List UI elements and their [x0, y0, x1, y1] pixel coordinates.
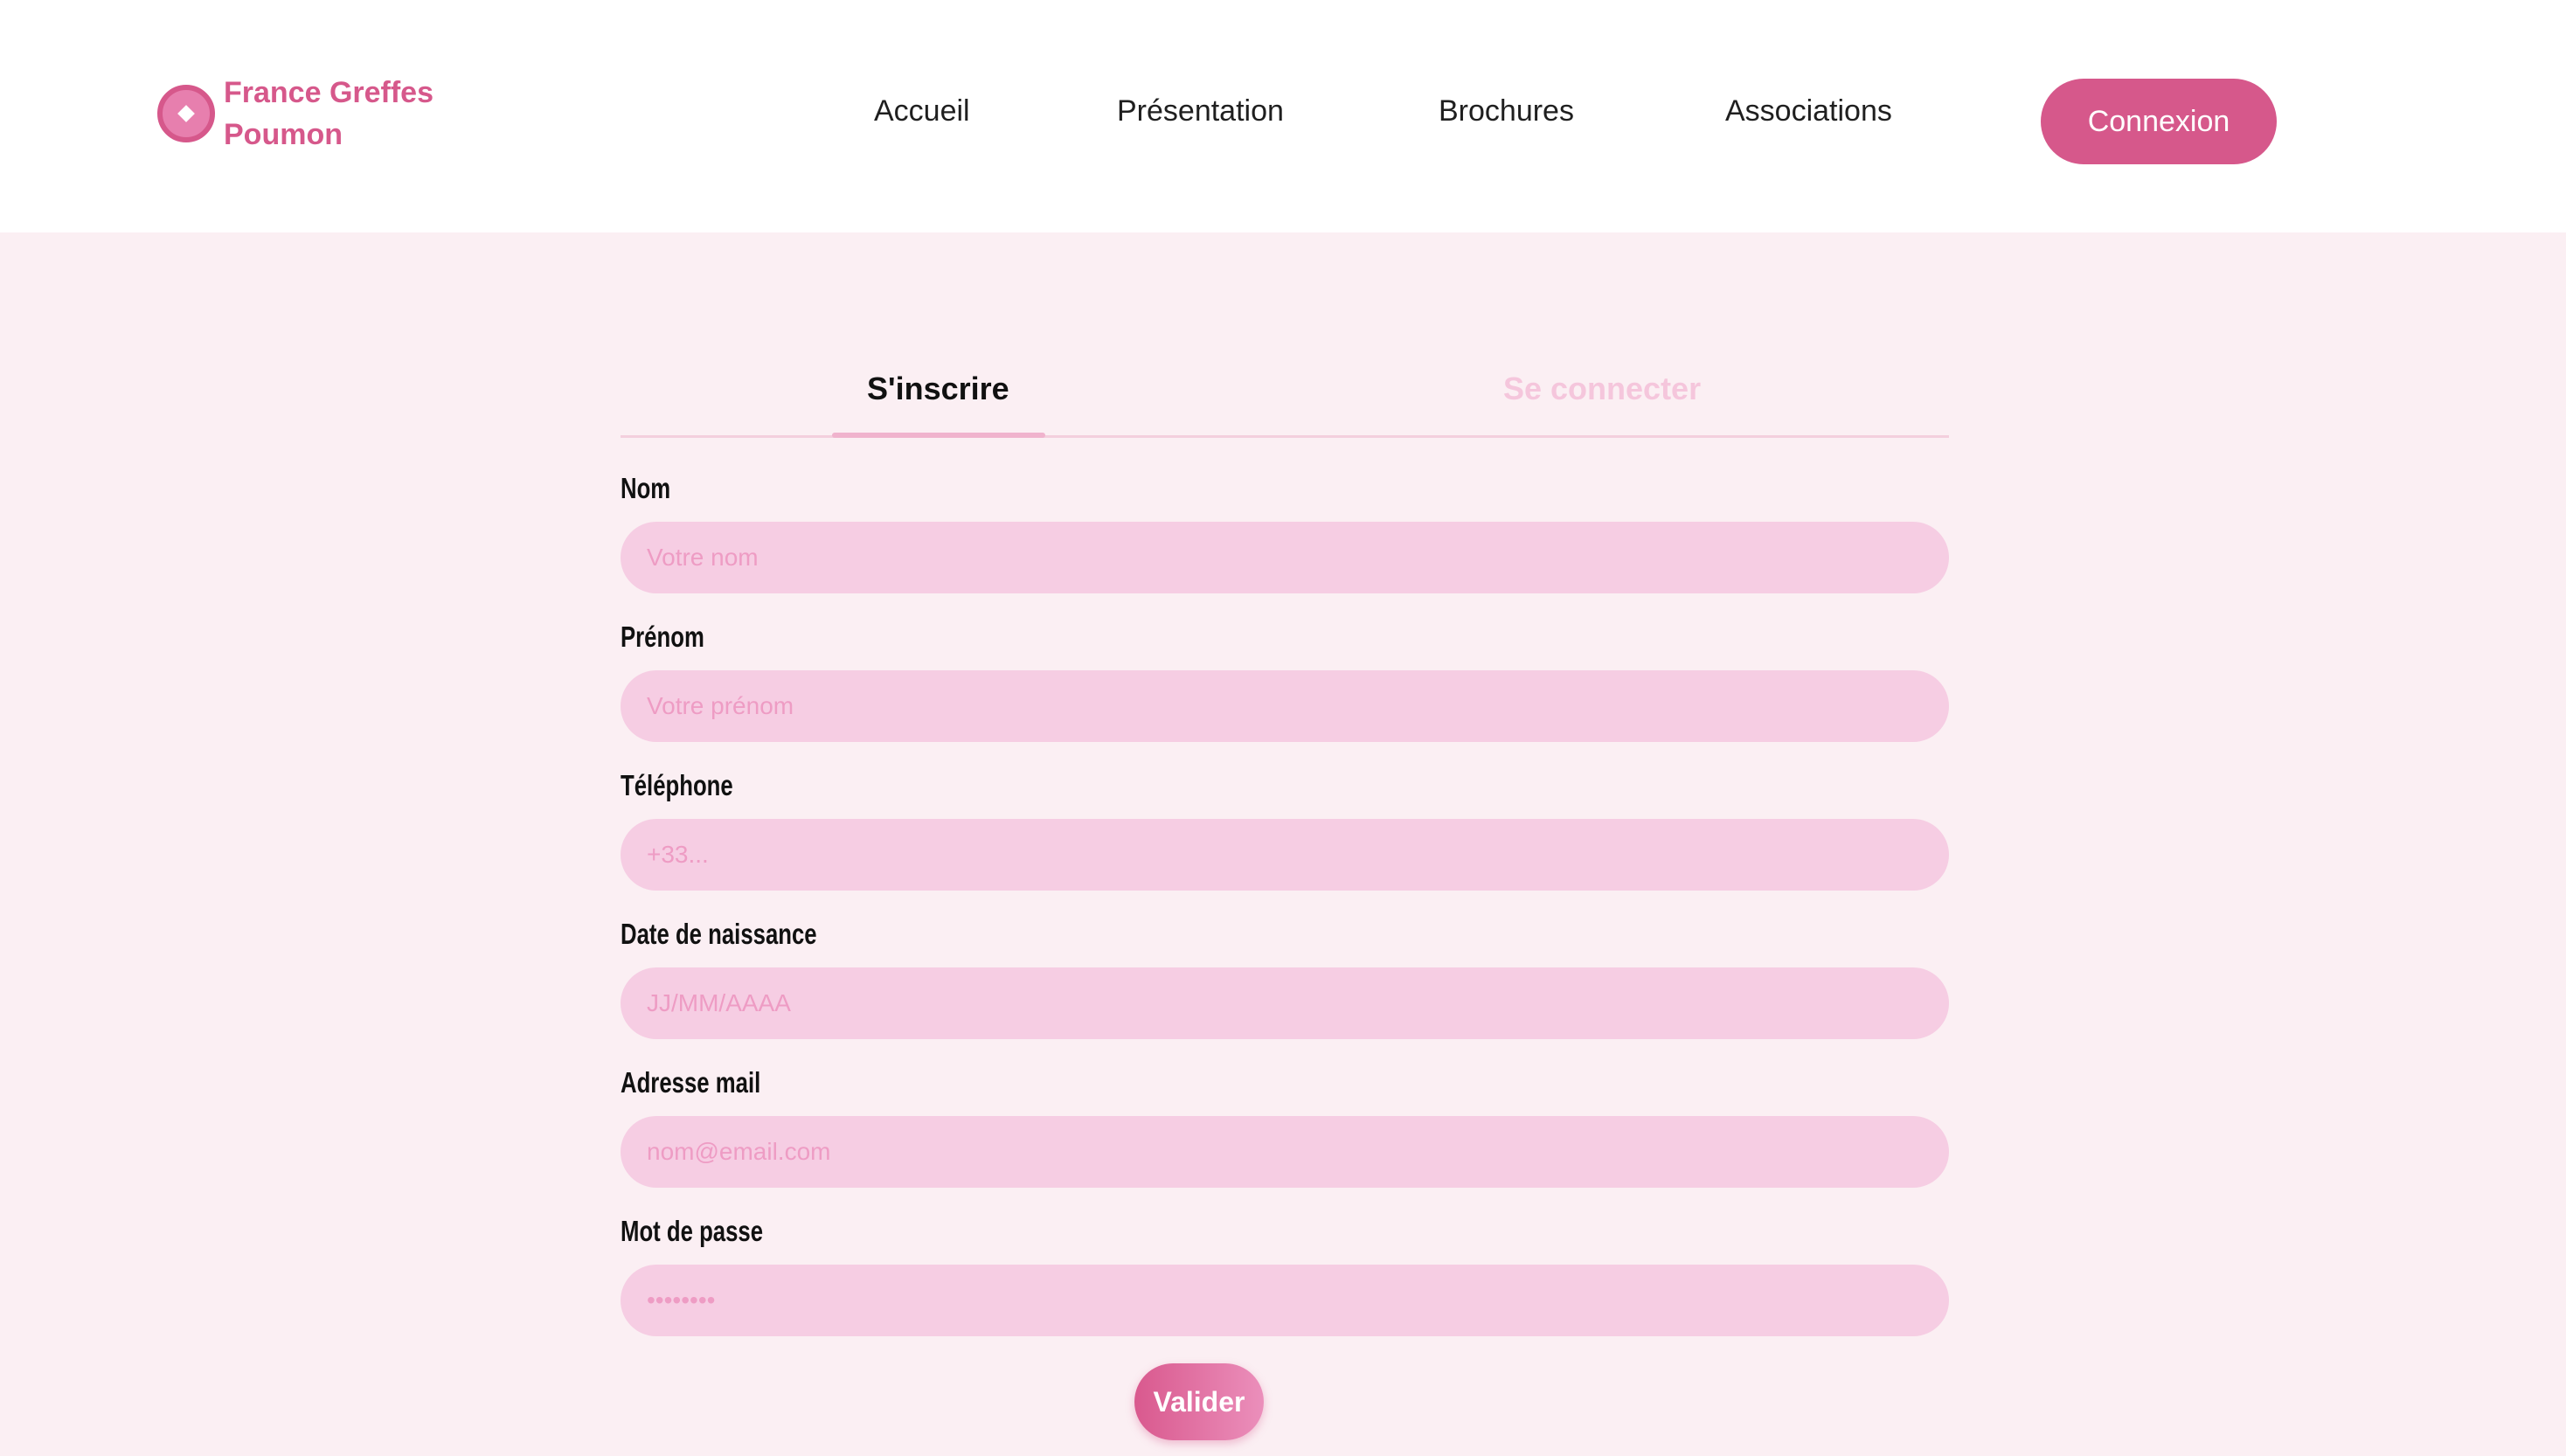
email-input[interactable]: [621, 1116, 1949, 1188]
brand-logo[interactable]: France Greffes Poumon: [157, 72, 433, 156]
logo-diamond: [177, 105, 195, 122]
telephone-label: Téléphone: [621, 769, 733, 801]
date-naissance-label: Date de naissance: [621, 918, 817, 950]
active-tab-indicator: [832, 433, 1045, 438]
password-label: Mot de passe: [621, 1215, 764, 1247]
nom-label: Nom: [621, 472, 671, 504]
nav-item-brochures[interactable]: Brochures: [1439, 94, 1574, 128]
date-naissance-input[interactable]: [621, 967, 1949, 1039]
nav-item-presentation[interactable]: Présentation: [1117, 94, 1284, 128]
auth-tabs: S'inscrire Se connecter: [621, 350, 1949, 438]
brand-name-line1: France Greffes: [224, 76, 433, 109]
lung-heart-logo-icon: [157, 85, 215, 142]
brand-name: France Greffes Poumon: [224, 72, 433, 156]
telephone-input[interactable]: [621, 819, 1949, 891]
email-label: Adresse mail: [621, 1066, 761, 1099]
nom-input[interactable]: [621, 522, 1949, 593]
tab-signup[interactable]: S'inscrire: [867, 371, 1009, 407]
connexion-button[interactable]: Connexion: [2041, 79, 2277, 164]
password-input[interactable]: [621, 1265, 1949, 1336]
site-header: France Greffes Poumon Accueil Présentati…: [0, 0, 2566, 232]
brand-name-line2: Poumon: [224, 118, 343, 151]
valider-button[interactable]: Valider: [1134, 1363, 1264, 1440]
tab-login[interactable]: Se connecter: [1503, 371, 1701, 407]
nav-item-associations[interactable]: Associations: [1725, 94, 1892, 128]
prenom-label: Prénom: [621, 621, 704, 653]
prenom-input[interactable]: [621, 670, 1949, 742]
nav-item-accueil[interactable]: Accueil: [874, 94, 970, 128]
